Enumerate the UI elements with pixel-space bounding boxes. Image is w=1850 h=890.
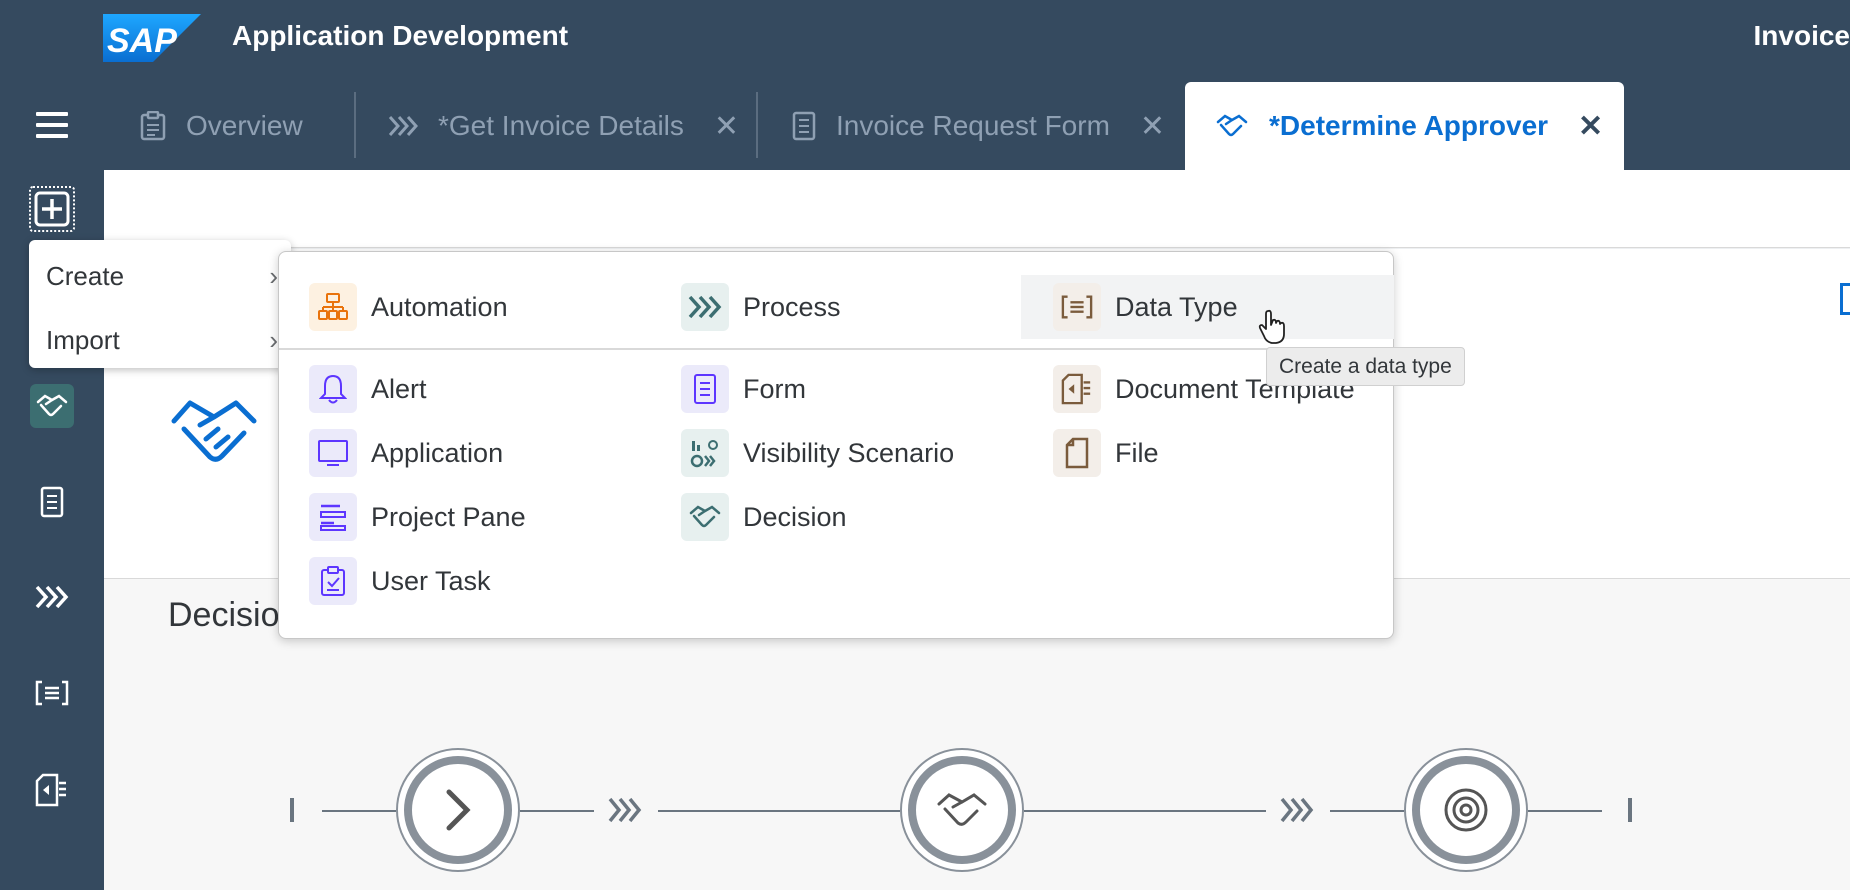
menu-item-file[interactable]: File (1053, 429, 1159, 477)
flow-connector (658, 810, 900, 812)
document-template-icon (35, 773, 66, 807)
menu-item-label: Form (743, 373, 806, 404)
menu-item-create[interactable]: Create › (46, 254, 278, 298)
close-icon[interactable]: ✕ (1140, 109, 1165, 144)
tab-label: *Get Invoice Details (438, 110, 684, 141)
tab-get-invoice-details[interactable]: *Get Invoice Details ✕ (388, 82, 739, 170)
menu-item-process[interactable]: Process (681, 283, 841, 331)
toolbar (104, 170, 1850, 248)
flow-connector (322, 810, 396, 812)
process-chevrons-icon (1280, 797, 1314, 823)
menu-item-label: Application (371, 437, 504, 468)
menu-item-application[interactable]: Application (309, 429, 503, 477)
sidebar-item-process[interactable] (30, 575, 74, 619)
menu-item-form[interactable]: Form (681, 365, 806, 413)
tooltip: Create a data type (1266, 347, 1465, 386)
menu-item-label: Automation (371, 291, 508, 322)
flow-end-bar (1628, 798, 1632, 822)
file-icon (1053, 429, 1101, 477)
menu-item-alert[interactable]: Alert (309, 365, 427, 413)
svg-text:SAP: SAP (107, 22, 177, 60)
bell-icon (309, 365, 357, 413)
sidebar-item-decision[interactable] (30, 384, 74, 428)
menu-item-data-type[interactable]: Data Type (1021, 275, 1394, 339)
user-task-icon (309, 557, 357, 605)
tab-invoice-request-form[interactable]: Invoice Request Form ✕ (792, 82, 1165, 170)
chevron-right-icon: › (269, 260, 278, 291)
tab-divider (354, 92, 356, 158)
header-right-title[interactable]: Invoice (1754, 20, 1850, 52)
create-menu: Create › Import › (29, 240, 291, 368)
end-node[interactable] (1404, 748, 1528, 872)
menu-icon[interactable] (36, 112, 68, 138)
sidebar-item-form[interactable] (30, 480, 74, 524)
menu-item-import[interactable]: Import › (46, 318, 278, 362)
target-icon (1444, 788, 1488, 832)
chevron-right-icon (446, 789, 471, 831)
decision-handshake-icon (171, 400, 257, 462)
clipboard-icon (140, 111, 166, 141)
flow-connector (1024, 810, 1266, 812)
data-type-icon (1053, 283, 1101, 331)
menu-item-label: Create (46, 260, 125, 291)
tab-divider (756, 92, 758, 158)
chevron-right-icon: › (269, 324, 278, 355)
process-chevrons-icon (388, 116, 418, 136)
menu-item-label: User Task (371, 565, 491, 596)
menu-item-label: Alert (371, 373, 427, 404)
flow-connector (1330, 810, 1404, 812)
decision-node[interactable] (900, 748, 1024, 872)
flow-connector (520, 810, 594, 812)
hand-cursor-icon (1258, 309, 1285, 344)
plus-icon (34, 191, 70, 227)
menu-item-user-task[interactable]: User Task (309, 557, 491, 605)
menu-item-label: Import (46, 324, 120, 355)
tab-label: *Determine Approver (1269, 110, 1549, 141)
menu-item-label: Project Pane (371, 501, 526, 532)
menu-item-label: Data Type (1115, 291, 1238, 322)
process-chevrons-icon (681, 283, 729, 331)
automation-icon (309, 283, 357, 331)
data-type-icon (35, 680, 69, 706)
close-icon[interactable]: ✕ (1578, 109, 1603, 144)
submenu-divider (279, 348, 1393, 350)
sidebar-item-document-template[interactable] (30, 768, 74, 812)
close-icon[interactable]: ✕ (714, 109, 739, 144)
menu-item-automation[interactable]: Automation (309, 283, 508, 331)
flow-connector (1528, 810, 1602, 812)
menu-item-label: Decision (743, 501, 847, 532)
tab-determine-approver[interactable]: *Determine Approver ✕ (1185, 82, 1624, 170)
menu-item-label: Process (743, 291, 841, 322)
handshake-icon (937, 793, 987, 826)
section-heading: Decisio (168, 596, 280, 634)
expand-icon[interactable] (1840, 283, 1850, 315)
tab-overview[interactable]: Overview (140, 82, 303, 170)
sidebar-item-data-type[interactable] (30, 671, 74, 715)
menu-item-project-pane[interactable]: Project Pane (309, 493, 526, 541)
handshake-icon (681, 493, 729, 541)
tab-label: Invoice Request Form (836, 110, 1110, 141)
menu-item-label: Visibility Scenario (743, 437, 955, 468)
monitor-icon (309, 429, 357, 477)
start-node[interactable] (396, 748, 520, 872)
app-title: Application Development (232, 20, 569, 51)
sap-logo[interactable]: SAP (103, 14, 201, 62)
process-chevrons-icon (35, 585, 69, 609)
form-icon (681, 365, 729, 413)
flow-start-bar (290, 798, 294, 822)
form-icon (792, 111, 816, 141)
menu-item-visibility-scenario[interactable]: Visibility Scenario (681, 429, 954, 477)
handshake-icon (1216, 114, 1248, 137)
add-button[interactable] (29, 186, 75, 232)
document-template-icon (1053, 365, 1101, 413)
project-pane-icon (309, 493, 357, 541)
visibility-scenario-icon (681, 429, 729, 477)
tab-label: Overview (186, 110, 303, 141)
menu-item-decision[interactable]: Decision (681, 493, 847, 541)
process-chevrons-icon (608, 797, 642, 823)
handshake-icon (36, 394, 68, 417)
form-icon (40, 486, 64, 518)
menu-item-label: File (1115, 437, 1159, 468)
